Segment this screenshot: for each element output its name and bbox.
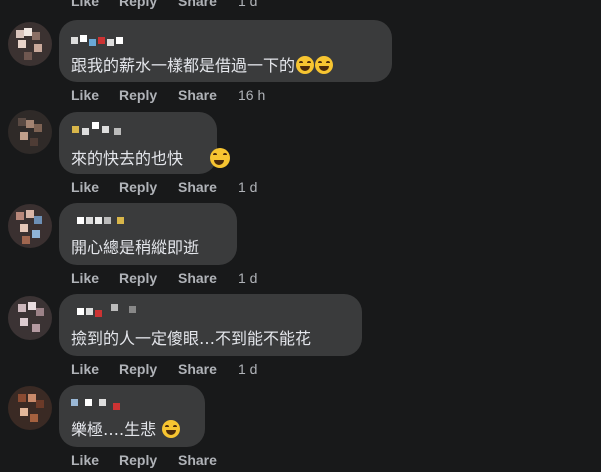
avatar[interactable] <box>8 204 52 248</box>
share-button[interactable]: Share <box>178 270 217 286</box>
reply-button[interactable]: Reply <box>119 0 157 9</box>
comment-bubble: 撿到的人一定傻眼…不到能不能花 <box>59 294 362 356</box>
comment-actions: Like Reply Share 1 d <box>71 179 271 199</box>
comment-text: 撿到的人一定傻眼…不到能不能花 <box>71 329 312 348</box>
comment-body: 跟我的薪水一樣都是借過一下的 <box>71 56 296 75</box>
comment-actions-top: Like Reply Share 1 d <box>71 0 271 13</box>
comment-actions: Like Reply Share <box>71 452 271 472</box>
comment-text: 來的快去的也快 <box>71 149 184 168</box>
comment-bubble: 開心總是稍縱即逝 <box>59 203 237 265</box>
comment-time[interactable]: 1 d <box>238 270 257 286</box>
avatar[interactable] <box>8 22 52 66</box>
comment-body: 樂極….生悲 <box>71 420 157 439</box>
share-button[interactable]: Share <box>178 452 217 468</box>
share-button[interactable]: Share <box>178 87 217 103</box>
grinning-squinting-emoji <box>210 148 230 168</box>
commenter-name-redacted[interactable] <box>71 35 131 47</box>
reply-button[interactable]: Reply <box>119 87 157 103</box>
comment-text: 開心總是稍縱即逝 <box>71 238 200 257</box>
rolling-laughing-emoji <box>296 56 315 74</box>
comment-time[interactable]: 16 h <box>238 87 265 103</box>
like-button[interactable]: Like <box>71 270 99 286</box>
comment-actions: Like Reply Share 1 d <box>71 270 271 290</box>
comment-bubble: 樂極….生悲 <box>59 385 205 447</box>
comment-time[interactable]: 1 d <box>238 361 257 377</box>
share-button[interactable]: Share <box>178 179 217 195</box>
avatar[interactable] <box>8 110 52 154</box>
commenter-name-redacted[interactable] <box>77 304 147 317</box>
comment-bubble: 跟我的薪水一樣都是借過一下的 <box>59 20 392 82</box>
comment-text: 跟我的薪水一樣都是借過一下的 <box>71 52 334 76</box>
rolling-laughing-emoji <box>315 56 334 74</box>
comment-actions: Like Reply Share 1 d <box>71 361 271 381</box>
reply-button[interactable]: Reply <box>119 179 157 195</box>
like-button[interactable]: Like <box>71 361 99 377</box>
commenter-name-redacted[interactable] <box>77 215 147 227</box>
rolling-laughing-emoji <box>162 420 181 438</box>
reply-button[interactable]: Reply <box>119 452 157 468</box>
share-button[interactable]: Share <box>178 361 217 377</box>
comment-time[interactable]: 1 d <box>238 0 257 9</box>
like-button[interactable]: Like <box>71 0 99 9</box>
commenter-name-redacted[interactable] <box>71 397 131 410</box>
comment-bubble: 來的快去的也快 <box>59 112 217 174</box>
share-button[interactable]: Share <box>178 0 217 9</box>
like-button[interactable]: Like <box>71 452 99 468</box>
reply-button[interactable]: Reply <box>119 270 157 286</box>
avatar[interactable] <box>8 386 52 430</box>
comment-text: 樂極….生悲 <box>71 416 181 440</box>
like-button[interactable]: Like <box>71 179 99 195</box>
comment-actions: Like Reply Share 16 h <box>71 87 271 107</box>
avatar[interactable] <box>8 296 52 340</box>
like-button[interactable]: Like <box>71 87 99 103</box>
commenter-name-redacted[interactable] <box>72 122 132 135</box>
reply-button[interactable]: Reply <box>119 361 157 377</box>
comment-time[interactable]: 1 d <box>238 179 257 195</box>
